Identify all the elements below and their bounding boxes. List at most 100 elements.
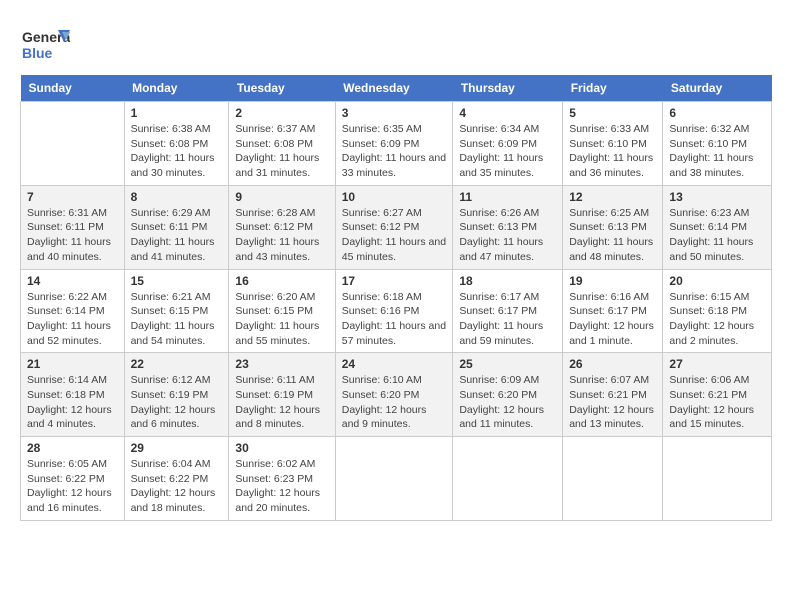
day-detail: Sunrise: 6:29 AMSunset: 6:11 PMDaylight:…: [131, 206, 223, 265]
calendar-cell: 8 Sunrise: 6:29 AMSunset: 6:11 PMDaylight…: [124, 185, 229, 269]
day-number: 24: [342, 357, 447, 371]
day-detail: Sunrise: 6:22 AMSunset: 6:14 PMDaylight:…: [27, 290, 118, 349]
logo-icon: General Blue: [20, 20, 65, 65]
day-number: 21: [27, 357, 118, 371]
calendar-cell: 21Sunrise: 6:14 AMSunset: 6:18 PMDayligh…: [21, 353, 125, 437]
calendar-cell: 28 Sunrise: 6:05 AMSunset: 6:22 PMDayligh…: [21, 437, 125, 521]
calendar-week-4: 21Sunrise: 6:14 AMSunset: 6:18 PMDayligh…: [21, 353, 772, 437]
calendar-cell: 9 Sunrise: 6:28 AMSunset: 6:12 PMDaylight…: [229, 185, 335, 269]
weekday-header-monday: Monday: [124, 75, 229, 102]
day-detail: Sunrise: 6:18 AMSunset: 6:16 PMDaylight:…: [342, 290, 447, 349]
calendar-cell: 30 Sunrise: 6:02 AMSunset: 6:23 PMDayligh…: [229, 437, 335, 521]
day-detail: Sunrise: 6:37 AMSunset: 6:08 PMDaylight:…: [235, 122, 328, 181]
day-number: 12: [569, 190, 656, 204]
day-number: 20: [669, 274, 765, 288]
calendar-cell: [663, 437, 772, 521]
day-detail: Sunrise: 6:38 AMSunset: 6:08 PMDaylight:…: [131, 122, 223, 181]
calendar-cell: 26 Sunrise: 6:07 AMSunset: 6:21 PMDayligh…: [563, 353, 663, 437]
calendar-cell: 3 Sunrise: 6:35 AMSunset: 6:09 PMDaylight…: [335, 102, 453, 186]
day-detail: Sunrise: 6:33 AMSunset: 6:10 PMDaylight:…: [569, 122, 656, 181]
day-number: 6: [669, 106, 765, 120]
day-number: 13: [669, 190, 765, 204]
calendar-cell: 18 Sunrise: 6:17 AMSunset: 6:17 PMDayligh…: [453, 269, 563, 353]
calendar-cell: 7Sunrise: 6:31 AMSunset: 6:11 PMDaylight…: [21, 185, 125, 269]
calendar-cell: 13 Sunrise: 6:23 AMSunset: 6:14 PMDayligh…: [663, 185, 772, 269]
day-number: 4: [459, 106, 556, 120]
day-number: 28: [27, 441, 118, 455]
day-detail: Sunrise: 6:11 AMSunset: 6:19 PMDaylight:…: [235, 373, 328, 432]
day-detail: Sunrise: 6:15 AMSunset: 6:18 PMDaylight:…: [669, 290, 765, 349]
day-number: 26: [569, 357, 656, 371]
day-number: 14: [27, 274, 118, 288]
day-detail: Sunrise: 6:04 AMSunset: 6:22 PMDaylight:…: [131, 457, 223, 516]
calendar-cell: 10 Sunrise: 6:27 AMSunset: 6:12 PMDayligh…: [335, 185, 453, 269]
weekday-header-wednesday: Wednesday: [335, 75, 453, 102]
calendar-cell: 25 Sunrise: 6:09 AMSunset: 6:20 PMDayligh…: [453, 353, 563, 437]
day-detail: Sunrise: 6:35 AMSunset: 6:09 PMDaylight:…: [342, 122, 447, 181]
day-detail: Sunrise: 6:06 AMSunset: 6:21 PMDaylight:…: [669, 373, 765, 432]
calendar-cell: 15Sunrise: 6:21 AMSunset: 6:15 PMDayligh…: [124, 269, 229, 353]
day-number: 22: [131, 357, 223, 371]
calendar-cell: 16Sunrise: 6:20 AMSunset: 6:15 PMDayligh…: [229, 269, 335, 353]
calendar-cell: [453, 437, 563, 521]
weekday-header-friday: Friday: [563, 75, 663, 102]
day-number: 3: [342, 106, 447, 120]
calendar-cell: 12 Sunrise: 6:25 AMSunset: 6:13 PMDayligh…: [563, 185, 663, 269]
day-number: 23: [235, 357, 328, 371]
calendar-cell: 19Sunrise: 6:16 AMSunset: 6:17 PMDayligh…: [563, 269, 663, 353]
day-number: 5: [569, 106, 656, 120]
calendar-cell: 24 Sunrise: 6:10 AMSunset: 6:20 PMDayligh…: [335, 353, 453, 437]
weekday-header-sunday: Sunday: [21, 75, 125, 102]
calendar-cell: 2 Sunrise: 6:37 AMSunset: 6:08 PMDaylight…: [229, 102, 335, 186]
weekday-header-thursday: Thursday: [453, 75, 563, 102]
calendar-cell: 22Sunrise: 6:12 AMSunset: 6:19 PMDayligh…: [124, 353, 229, 437]
day-number: 9: [235, 190, 328, 204]
calendar-cell: 27 Sunrise: 6:06 AMSunset: 6:21 PMDayligh…: [663, 353, 772, 437]
day-detail: Sunrise: 6:25 AMSunset: 6:13 PMDaylight:…: [569, 206, 656, 265]
logo: General Blue: [20, 20, 70, 65]
day-number: 18: [459, 274, 556, 288]
day-detail: Sunrise: 6:21 AMSunset: 6:15 PMDaylight:…: [131, 290, 223, 349]
svg-text:Blue: Blue: [22, 45, 53, 61]
day-number: 10: [342, 190, 447, 204]
day-detail: Sunrise: 6:09 AMSunset: 6:20 PMDaylight:…: [459, 373, 556, 432]
calendar-week-5: 28 Sunrise: 6:05 AMSunset: 6:22 PMDayligh…: [21, 437, 772, 521]
calendar-week-2: 7Sunrise: 6:31 AMSunset: 6:11 PMDaylight…: [21, 185, 772, 269]
calendar-cell: 4Sunrise: 6:34 AMSunset: 6:09 PMDaylight…: [453, 102, 563, 186]
page-header: General Blue: [20, 20, 772, 65]
weekday-header-row: SundayMondayTuesdayWednesdayThursdayFrid…: [21, 75, 772, 102]
calendar-cell: [335, 437, 453, 521]
day-number: 19: [569, 274, 656, 288]
calendar-cell: 29Sunrise: 6:04 AMSunset: 6:22 PMDayligh…: [124, 437, 229, 521]
calendar-week-3: 14 Sunrise: 6:22 AMSunset: 6:14 PMDayligh…: [21, 269, 772, 353]
calendar-cell: 23 Sunrise: 6:11 AMSunset: 6:19 PMDayligh…: [229, 353, 335, 437]
day-number: 27: [669, 357, 765, 371]
day-number: 25: [459, 357, 556, 371]
calendar-cell: 1 Sunrise: 6:38 AMSunset: 6:08 PMDaylight…: [124, 102, 229, 186]
day-number: 30: [235, 441, 328, 455]
weekday-header-saturday: Saturday: [663, 75, 772, 102]
day-detail: Sunrise: 6:10 AMSunset: 6:20 PMDaylight:…: [342, 373, 447, 432]
day-number: 1: [131, 106, 223, 120]
day-number: 11: [459, 190, 556, 204]
day-detail: Sunrise: 6:27 AMSunset: 6:12 PMDaylight:…: [342, 206, 447, 265]
calendar-week-1: 1 Sunrise: 6:38 AMSunset: 6:08 PMDaylight…: [21, 102, 772, 186]
day-detail: Sunrise: 6:23 AMSunset: 6:14 PMDaylight:…: [669, 206, 765, 265]
day-detail: Sunrise: 6:17 AMSunset: 6:17 PMDaylight:…: [459, 290, 556, 349]
day-detail: Sunrise: 6:05 AMSunset: 6:22 PMDaylight:…: [27, 457, 118, 516]
day-number: 8: [131, 190, 223, 204]
calendar-cell: [563, 437, 663, 521]
calendar-table: SundayMondayTuesdayWednesdayThursdayFrid…: [20, 75, 772, 521]
calendar-cell: 11Sunrise: 6:26 AMSunset: 6:13 PMDayligh…: [453, 185, 563, 269]
day-number: 2: [235, 106, 328, 120]
calendar-cell: [21, 102, 125, 186]
calendar-cell: 14 Sunrise: 6:22 AMSunset: 6:14 PMDayligh…: [21, 269, 125, 353]
day-detail: Sunrise: 6:28 AMSunset: 6:12 PMDaylight:…: [235, 206, 328, 265]
day-detail: Sunrise: 6:07 AMSunset: 6:21 PMDaylight:…: [569, 373, 656, 432]
day-number: 17: [342, 274, 447, 288]
day-number: 7: [27, 190, 118, 204]
calendar-cell: 17 Sunrise: 6:18 AMSunset: 6:16 PMDayligh…: [335, 269, 453, 353]
day-detail: Sunrise: 6:32 AMSunset: 6:10 PMDaylight:…: [669, 122, 765, 181]
day-detail: Sunrise: 6:02 AMSunset: 6:23 PMDaylight:…: [235, 457, 328, 516]
day-number: 16: [235, 274, 328, 288]
